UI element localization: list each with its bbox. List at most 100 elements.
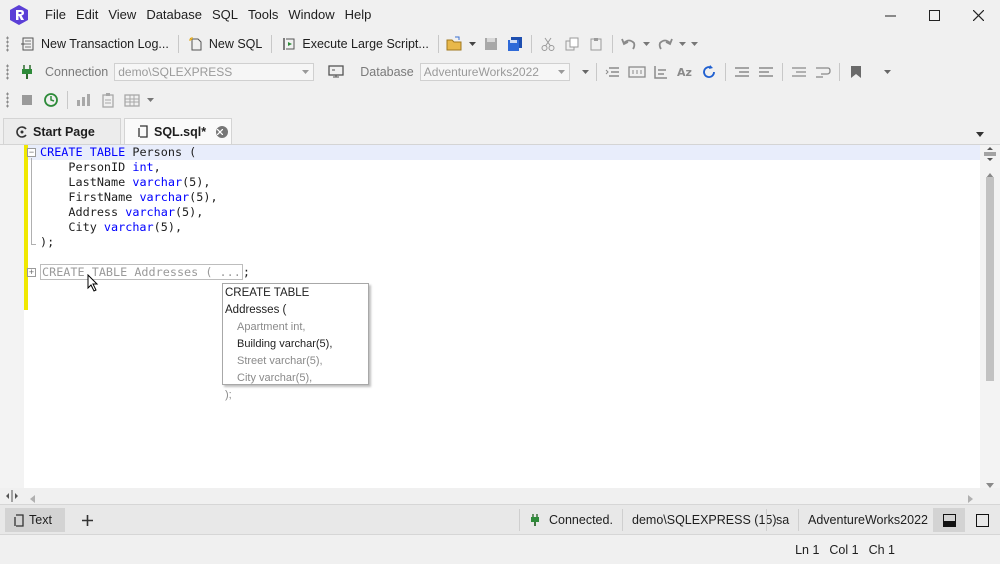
collapsed-region-tooltip: CREATE TABLE Addresses ( Apartment int, …	[222, 283, 369, 401]
tooltip-line: City varchar(5),	[237, 372, 313, 384]
menu-file[interactable]: File	[40, 0, 71, 30]
tab-sql-file[interactable]: SQL.sql*	[124, 118, 232, 144]
toggle-results-pane-button[interactable]	[933, 508, 965, 532]
format-document-button[interactable]	[601, 60, 625, 84]
connect-button[interactable]	[15, 60, 39, 84]
close-icon	[972, 9, 984, 21]
open-file-dropdown[interactable]	[467, 32, 479, 56]
add-view-button[interactable]	[78, 508, 96, 532]
server-name: demo\SQLEXPRESS (15)	[632, 513, 777, 527]
execution-history-button[interactable]	[39, 88, 63, 112]
sql-type: varchar	[132, 175, 183, 189]
bookmark-button[interactable]	[844, 60, 868, 84]
save-all-button[interactable]	[503, 32, 527, 56]
save-all-icon	[507, 37, 522, 51]
title-bar: File Edit View Database SQL Tools Window…	[0, 0, 1000, 30]
maximize-button[interactable]	[912, 0, 956, 30]
menu-help[interactable]: Help	[340, 0, 377, 30]
indent-button[interactable]	[649, 60, 673, 84]
new-sql-button[interactable]: New SQL	[183, 32, 268, 56]
redo-button[interactable]	[653, 32, 677, 56]
toolbar-grip[interactable]	[6, 92, 9, 108]
toolbar-overflow-button[interactable]	[689, 32, 701, 56]
dbforge-logo-icon	[10, 5, 28, 25]
tab-start-page[interactable]: Start Page	[3, 118, 121, 144]
comment-button[interactable]	[730, 60, 754, 84]
copy-icon	[565, 37, 579, 51]
menu-database[interactable]: Database	[141, 0, 207, 30]
save-button[interactable]	[479, 32, 503, 56]
undo-dropdown[interactable]	[641, 32, 653, 56]
refresh-button[interactable]	[697, 60, 721, 84]
sql-text: FirstName	[40, 190, 140, 204]
execution-plan-button[interactable]	[96, 88, 120, 112]
toolbar-overflow-button[interactable]	[144, 88, 156, 112]
redo-dropdown[interactable]	[677, 32, 689, 56]
execute-large-script-button[interactable]: Execute Large Script...	[276, 32, 433, 56]
decrease-indent-button[interactable]	[787, 60, 811, 84]
toolbar-overflow-button[interactable]	[882, 60, 894, 84]
close-button[interactable]	[956, 0, 1000, 30]
open-file-button[interactable]	[443, 32, 467, 56]
maximize-editor-button[interactable]	[968, 508, 996, 532]
tabs-overflow-button[interactable]	[976, 126, 986, 137]
view-tab-text[interactable]: Text	[5, 508, 65, 532]
stop-button[interactable]	[15, 88, 39, 112]
toolbar-grip[interactable]	[6, 64, 9, 80]
toolbar-separator	[67, 91, 68, 109]
status-line: Ln 1	[795, 543, 820, 557]
view-tab-label: Text	[29, 513, 52, 527]
menu-sql[interactable]: SQL	[207, 0, 243, 30]
toolbar-grip[interactable]	[6, 36, 9, 52]
fold-toggle-collapsed[interactable]: +	[27, 268, 36, 277]
connection-select[interactable]: demo\SQLEXPRESS	[114, 63, 315, 81]
tooltip-line: Building varchar(5),	[237, 338, 333, 350]
split-editor-button[interactable]	[984, 147, 996, 161]
toolbar-separator	[530, 35, 532, 53]
code-area[interactable]: CREATE TABLE Persons ( PersonID int, Las…	[40, 145, 250, 280]
save-icon	[484, 38, 497, 50]
menu-edit[interactable]: Edit	[71, 0, 103, 30]
toolbar-separator	[838, 63, 840, 81]
start-page-icon	[16, 125, 27, 138]
collapsed-region[interactable]: CREATE TABLE Addresses ( ...	[40, 264, 243, 280]
menu-tools[interactable]: Tools	[243, 0, 283, 30]
status-char: Ch 1	[868, 543, 895, 557]
menu-window[interactable]: Window	[283, 0, 339, 30]
horizontal-scrollbar[interactable]	[0, 488, 1000, 504]
text-document-icon	[14, 513, 24, 527]
maximize-icon	[928, 9, 940, 21]
database-select[interactable]: AdventureWorks2022	[419, 63, 570, 81]
paste-button[interactable]	[584, 32, 608, 56]
undo-button[interactable]	[617, 32, 641, 56]
fold-toggle-expanded[interactable]: −	[27, 148, 36, 157]
connection-toolbar: Connection demo\SQLEXPRESS Database Adve…	[0, 58, 1000, 86]
change-connection-button[interactable]	[324, 60, 348, 84]
vertical-scroll-thumb[interactable]	[986, 177, 994, 381]
sql-editor[interactable]: − + CREATE TABLE Persons ( PersonID int,…	[0, 144, 1000, 489]
query-profiler-button[interactable]	[72, 88, 96, 112]
chevron-down-icon	[643, 42, 651, 46]
sql-type: varchar	[125, 205, 175, 219]
code-outline-button[interactable]	[625, 60, 649, 84]
chevron-down-icon	[302, 70, 310, 74]
tab-close-button[interactable]	[216, 125, 229, 138]
change-tracking-bar	[24, 145, 28, 310]
cut-button[interactable]	[536, 32, 560, 56]
data-grid-button[interactable]	[120, 88, 144, 112]
copy-button[interactable]	[560, 32, 584, 56]
new-transaction-log-button[interactable]: New Transaction Log...	[15, 32, 174, 56]
split-horizontal-button[interactable]	[6, 490, 18, 505]
vertical-scrollbar[interactable]	[980, 145, 1000, 489]
uncomment-button[interactable]	[754, 60, 778, 84]
word-wrap-button[interactable]	[811, 60, 835, 84]
database-dropdown[interactable]	[580, 60, 592, 84]
change-case-button[interactable]: Az	[673, 60, 697, 84]
sql-document-icon	[138, 125, 148, 138]
chevron-down-icon	[691, 42, 699, 46]
connection-monitor-icon	[328, 65, 344, 78]
menu-view[interactable]: View	[103, 0, 141, 30]
minimize-button[interactable]	[868, 0, 912, 30]
sql-text: (5),	[182, 175, 211, 189]
